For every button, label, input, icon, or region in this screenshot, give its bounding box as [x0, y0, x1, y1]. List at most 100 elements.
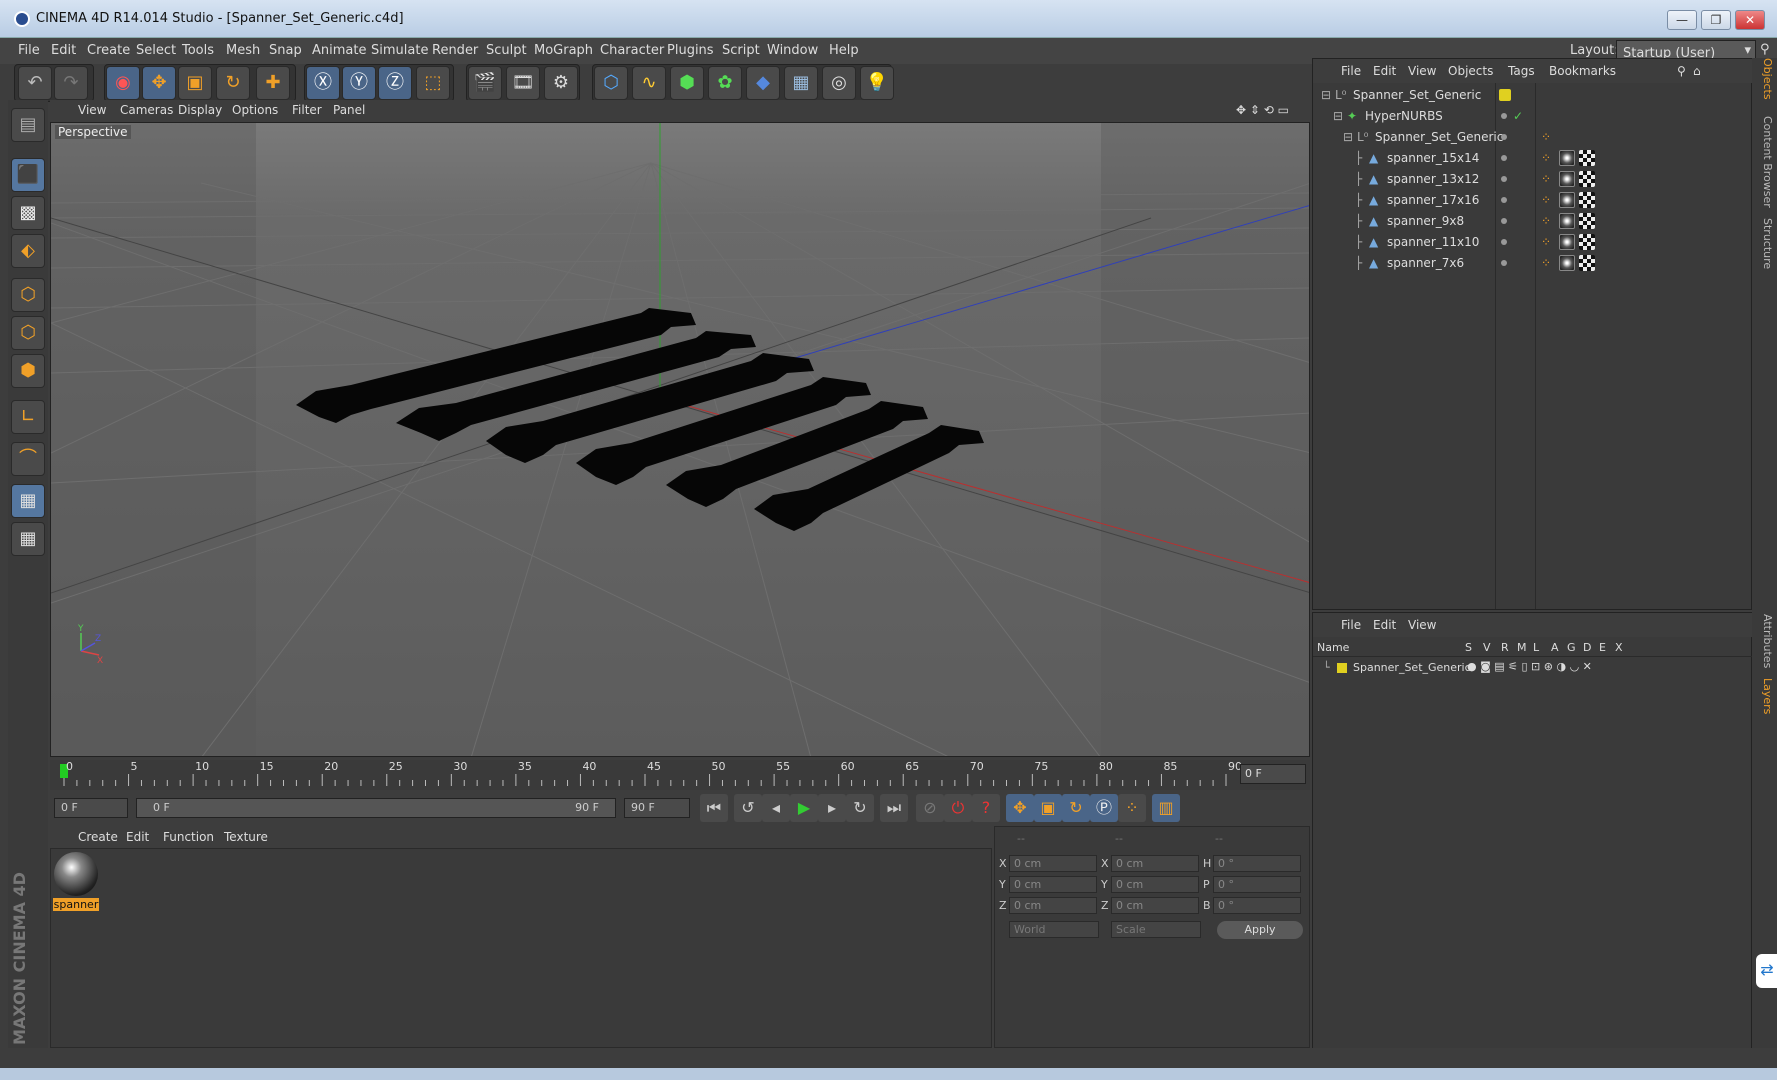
menu-sculpt[interactable]: Sculpt [486, 43, 527, 58]
workplane-mode-icon[interactable]: ⬖ [11, 234, 45, 268]
phong-tag-icon[interactable]: ⁘ [1541, 193, 1551, 207]
restore-button[interactable]: ❐ [1701, 10, 1731, 30]
prev-frame-icon[interactable]: ◂ [762, 794, 790, 822]
phong-tag-icon[interactable]: ⁘ [1541, 151, 1551, 165]
array-icon[interactable]: ✿ [708, 66, 742, 100]
texture-mode-icon[interactable]: ▩ [11, 196, 45, 230]
layer-row[interactable]: └ Spanner_Set_Generic ● ◙ ▤ ⚟ ▯ ⊡ ⊛ ◑ ◡ … [1313, 659, 1753, 677]
menu-file[interactable]: File [18, 43, 40, 58]
visibility-dot[interactable] [1501, 134, 1507, 140]
scale-tool-icon[interactable]: ▣ [178, 66, 212, 100]
key-position-icon[interactable]: ✥ [1006, 794, 1034, 822]
tab-layers[interactable]: Layers [1754, 678, 1774, 714]
deformer-icon[interactable]: ◆ [746, 66, 780, 100]
render-view-icon[interactable]: 🎬 [468, 66, 502, 100]
next-frame-icon[interactable]: ▸ [818, 794, 846, 822]
size-x-field[interactable]: 0 cm [1111, 855, 1199, 872]
render-picture-viewer-icon[interactable]: 🎞 [506, 66, 540, 100]
rotation-h-field[interactable]: 0 ° [1213, 855, 1301, 872]
last-tool-icon[interactable]: ✚ [256, 66, 290, 100]
apply-button[interactable]: Apply [1217, 921, 1303, 939]
phong-tag-icon[interactable]: ⁘ [1541, 172, 1551, 186]
menu-tools[interactable]: Tools [182, 43, 214, 58]
material-tag-icon[interactable] [1559, 150, 1575, 166]
texture-tag-icon[interactable] [1579, 171, 1595, 187]
prev-keyframe-icon[interactable]: ↺ [734, 794, 762, 822]
transform-mode-select[interactable]: Scale [1111, 921, 1201, 938]
layer-menu-edit[interactable]: Edit [1373, 618, 1396, 632]
size-z-field[interactable]: 0 cm [1111, 897, 1199, 914]
menu-mograph[interactable]: MoGraph [534, 43, 593, 58]
object-row[interactable]: ⊟ L⁰ Spanner_Set_Generic [1313, 85, 1753, 106]
material-menu-create[interactable]: Create [78, 830, 118, 844]
cube-primitive-icon[interactable]: ⬡ [594, 66, 628, 100]
material-menu-texture[interactable]: Texture [224, 830, 268, 844]
visibility-dot[interactable] [1501, 113, 1507, 119]
menu-mesh[interactable]: Mesh [226, 43, 260, 58]
rotation-p-field[interactable]: 0 ° [1213, 876, 1301, 893]
object-row[interactable]: ├ ▲ spanner_13x12 ⁘ [1313, 169, 1753, 190]
object-row[interactable]: ├ ▲ spanner_9x8 ⁘ [1313, 211, 1753, 232]
home-icon[interactable]: ⌂ [1693, 64, 1701, 78]
phong-tag-icon[interactable]: ⁘ [1541, 214, 1551, 228]
object-row[interactable]: ├ ▲ spanner_17x16 ⁘ [1313, 190, 1753, 211]
obj-menu-edit[interactable]: Edit [1373, 64, 1396, 78]
polygons-mode-icon[interactable]: ⬢ [11, 354, 45, 388]
obj-menu-tags[interactable]: Tags [1508, 64, 1535, 78]
close-button[interactable]: ✕ [1735, 10, 1765, 30]
position-z-field[interactable]: 0 cm [1009, 897, 1097, 914]
material-menu-edit[interactable]: Edit [126, 830, 149, 844]
key-pla-icon[interactable]: ⁘ [1118, 794, 1146, 822]
material-tag-icon[interactable] [1559, 192, 1575, 208]
key-scale-icon[interactable]: ▣ [1034, 794, 1062, 822]
obj-menu-file[interactable]: File [1341, 64, 1361, 78]
obj-menu-objects[interactable]: Objects [1448, 64, 1493, 78]
undo-button[interactable]: ↶ [18, 66, 52, 100]
position-x-field[interactable]: 0 cm [1009, 855, 1097, 872]
rotate-tool-icon[interactable]: ↻ [216, 66, 250, 100]
menu-window[interactable]: Window [767, 43, 818, 58]
material-tag-icon[interactable] [1559, 213, 1575, 229]
spline-icon[interactable]: ∿ [632, 66, 666, 100]
visibility-dot[interactable] [1501, 155, 1507, 161]
goto-start-icon[interactable]: ⏮ [700, 794, 728, 822]
texture-tag-icon[interactable] [1579, 234, 1595, 250]
phong-tag-icon[interactable]: ⁘ [1541, 235, 1551, 249]
minimize-button[interactable]: — [1667, 10, 1697, 30]
collapse-icon[interactable]: ⊟ [1321, 88, 1331, 102]
material-tag-icon[interactable] [1559, 255, 1575, 271]
play-icon[interactable]: ▶ [790, 794, 818, 822]
next-keyframe-icon[interactable]: ↻ [846, 794, 874, 822]
timeline-ruler[interactable]: 0 5 10 15 20 25 30 35 40 45 50 55 60 65 70 75 80 85 90 [50, 760, 1310, 790]
current-frame-field[interactable]: 0 F [1240, 764, 1306, 784]
layer-menu-view[interactable]: View [1408, 618, 1436, 632]
menu-edit[interactable]: Edit [51, 43, 76, 58]
object-row[interactable]: ⊟ ✦ HyperNURBS ✓ [1313, 106, 1753, 127]
visibility-dot[interactable] [1501, 260, 1507, 266]
workplane-lock-icon[interactable]: ▦ [11, 484, 45, 518]
material-menu-function[interactable]: Function [163, 830, 214, 844]
menu-simulate[interactable]: Simulate [371, 43, 428, 58]
menu-select[interactable]: Select [136, 43, 176, 58]
visibility-dot[interactable] [1501, 239, 1507, 245]
search-icon[interactable]: ⚲ [1760, 42, 1770, 57]
texture-tag-icon[interactable] [1579, 192, 1595, 208]
object-row[interactable]: ⊟ L⁰ Spanner_Set_Generic ⁘ [1313, 127, 1753, 148]
tab-objects[interactable]: Objects [1754, 58, 1774, 100]
menu-character[interactable]: Character [600, 43, 664, 58]
goto-end-icon[interactable]: ⏭ [880, 794, 908, 822]
keyframe-selection-icon[interactable]: ? [972, 794, 1000, 822]
snap-icon[interactable]: ⌒ [11, 442, 45, 476]
axis-mode-icon[interactable]: ∟ [11, 400, 45, 434]
phong-tag-icon[interactable]: ⁘ [1541, 130, 1551, 144]
menu-render[interactable]: Render [432, 43, 478, 58]
obj-menu-bookmarks[interactable]: Bookmarks [1549, 64, 1616, 78]
material-tag-icon[interactable] [1559, 171, 1575, 187]
make-editable-icon[interactable]: ▤ [11, 108, 45, 142]
menu-help[interactable]: Help [829, 43, 859, 58]
enabled-check-icon[interactable]: ✓ [1513, 109, 1523, 123]
perspective-viewport[interactable]: Y Z X Perspective [50, 122, 1310, 757]
menu-plugins[interactable]: Plugins [667, 43, 714, 58]
render-settings-icon[interactable]: ⚙ [544, 66, 578, 100]
key-parameter-icon[interactable]: Ⓟ [1090, 794, 1118, 822]
